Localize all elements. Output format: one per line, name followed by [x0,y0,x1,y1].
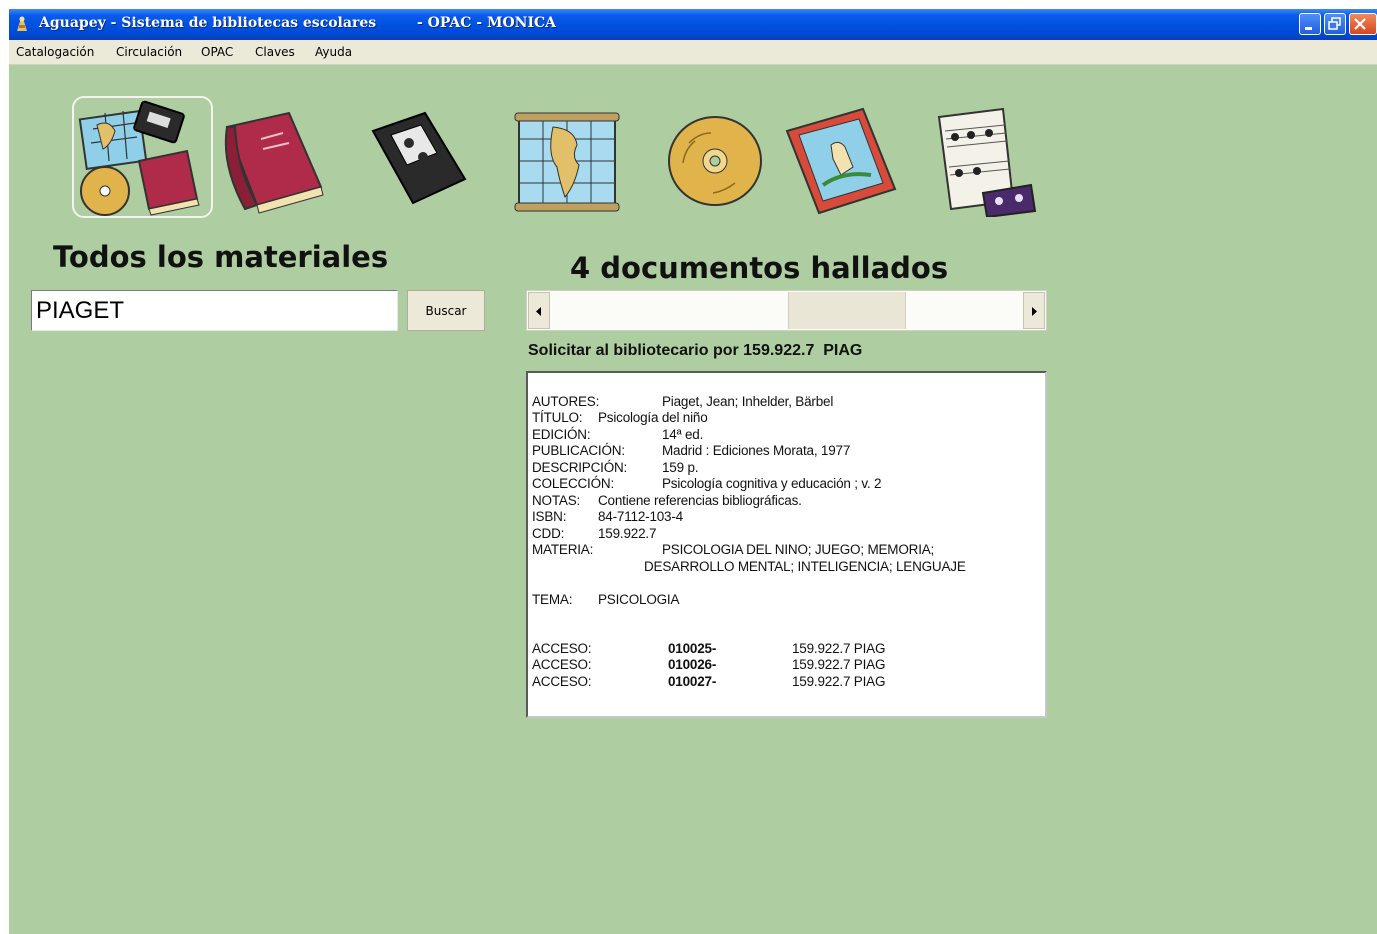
acceso-label: ACCESO: [532,657,592,672]
coleccion-label: COLECCIÓN: [532,476,615,491]
scroll-left-button[interactable] [528,292,550,329]
isbn-label: ISBN: [532,509,567,524]
notas-value: Contiene referencias bibliográficas. [598,493,802,508]
results-scrollbar[interactable] [526,290,1047,331]
magazine-icon[interactable] [783,105,899,215]
restore-icon [1328,17,1341,30]
acceso-number: 010025- [668,641,717,656]
titulo-value: Psicología del niño [598,410,708,425]
window-title: Aguapey - Sistema de bibliotecas escolar… [39,15,377,31]
book-icon[interactable] [217,109,333,217]
close-button[interactable] [1349,13,1377,35]
materia-value-line1: PSICOLOGIA DEL NINO; JUEGO; MEMORIA; [662,542,935,557]
acceso-number: 010026- [668,657,717,672]
all-materials-icon[interactable] [75,99,211,217]
menu-circulacion[interactable]: Circulación [116,45,182,59]
tema-value: PSICOLOGIA [598,592,680,607]
tema-label: TEMA: [532,592,573,607]
edicion-label: EDICIÓN: [532,427,591,442]
acceso-call-number: 159.922.7 PIAG [792,641,886,656]
autores-value: Piaget, Jean; Inhelder, Bärbel [662,394,834,409]
isbn-value: 84-7112-103-4 [598,509,683,524]
record-detail-box[interactable]: AUTORES: Piaget, Jean; Inhelder, Bärbel … [526,371,1047,718]
map-icon[interactable] [513,109,623,215]
sheet-music-icon[interactable] [933,105,1043,217]
materia-value-line2: DESARROLLO MENTAL; INTELIGENCIA; LENGUAJ… [644,559,966,574]
arrow-left-icon [536,307,541,316]
cdd-label: CDD: [532,526,565,541]
arrow-right-icon [1032,307,1037,316]
search-button[interactable]: Buscar [407,290,485,331]
app-logo-icon [17,16,27,31]
restore-button[interactable] [1324,13,1346,35]
minimize-button[interactable] [1299,13,1321,35]
menu-claves[interactable]: Claves [255,45,295,59]
notas-label: NOTAS: [532,493,581,508]
menu-ayuda[interactable]: Ayuda [315,45,352,59]
cdd-value: 159.922.7 [598,526,657,541]
scroll-thumb[interactable] [788,292,906,329]
minimize-icon [1305,27,1312,30]
call-number-text: Solicitar al bibliotecario por 159.922.7… [528,342,863,359]
edicion-value: 14ª ed. [662,427,704,442]
results-count-heading: 4 documentos hallados [570,251,949,285]
scroll-right-button[interactable] [1023,292,1045,329]
publicacion-label: PUBLICACIÓN: [532,443,625,458]
menu-opac[interactable]: OPAC [201,45,233,59]
menu-catalogacion[interactable]: Catalogación [16,45,94,59]
acceso-number: 010027- [668,674,717,689]
publicacion-value: Madrid : Ediciones Morata, 1977 [662,443,851,458]
window-subtitle: - OPAC - MONICA [417,15,556,31]
menu-bar: Catalogación Circulación OPAC Claves Ayu… [9,40,1377,65]
materia-label: MATERIA: [532,542,594,557]
acceso-label: ACCESO: [532,641,592,656]
descripcion-value: 159 p. [662,460,699,475]
coleccion-value: Psicología cognitiva y educación ; v. 2 [662,476,882,491]
app-window: Aguapey - Sistema de bibliotecas escolar… [9,9,1377,934]
autores-label: AUTORES: [532,394,600,409]
acceso-call-number: 159.922.7 PIAG [792,674,886,689]
acceso-call-number: 159.922.7 PIAG [792,657,886,672]
title-bar[interactable]: Aguapey - Sistema de bibliotecas escolar… [9,9,1377,40]
video-cassette-icon[interactable] [369,109,469,209]
descripcion-label: DESCRIPCIÓN: [532,460,628,475]
titulo-label: TÍTULO: [532,410,583,425]
search-input[interactable] [31,290,398,331]
compact-disc-icon[interactable] [665,113,765,209]
acceso-label: ACCESO: [532,674,592,689]
material-heading: Todos los materiales [53,240,389,274]
close-icon [1354,18,1366,30]
